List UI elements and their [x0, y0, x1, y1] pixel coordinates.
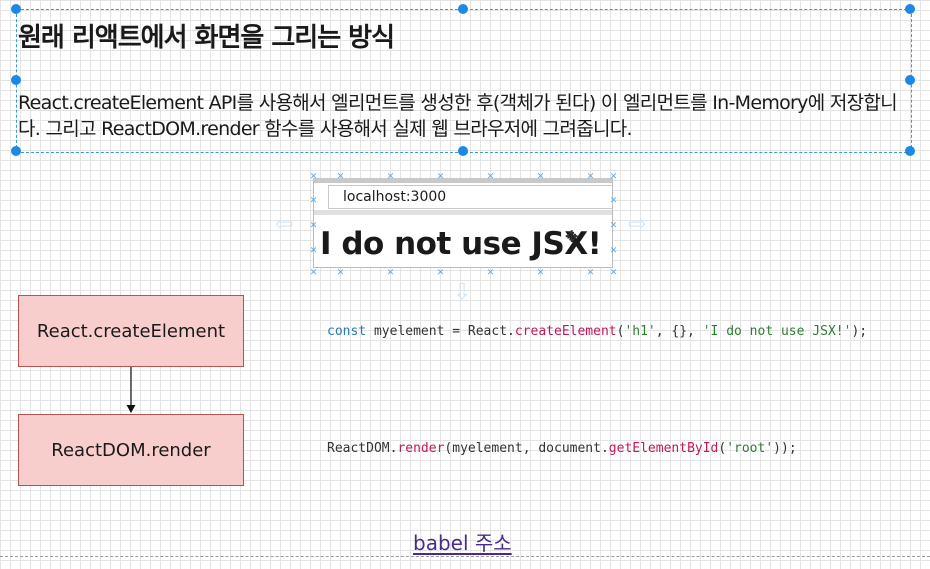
code-string: 'root'	[726, 441, 774, 456]
resize-handle-top-left[interactable]	[11, 4, 21, 14]
image-handle-icon: ✕	[309, 221, 318, 231]
code-line-render[interactable]: ReactDOM.render(myelement, document.getE…	[327, 441, 797, 456]
code-function: createElement	[514, 324, 617, 339]
image-handle-icon: ✕	[386, 172, 395, 182]
flow-arrow	[126, 367, 136, 413]
image-handle-icon: ✕	[436, 172, 445, 182]
code-function: getElementById	[608, 441, 719, 456]
image-handle-icon: ✕	[309, 268, 318, 278]
resize-handle-middle-left[interactable]	[11, 75, 21, 85]
image-handle-icon: ✕	[309, 196, 318, 206]
code-text: ReactDOM.	[327, 441, 398, 456]
code-text: );	[851, 324, 868, 339]
code-text: , {},	[655, 324, 703, 339]
react-dom-render-box[interactable]: ReactDOM.render	[18, 414, 244, 486]
image-handle-icon: ✕	[586, 172, 595, 182]
move-arrow-left-icon: ⇦	[275, 212, 294, 237]
browser-toolbar-divider	[314, 210, 612, 215]
description-text[interactable]: React.createElement API를 사용해서 엘리먼트를 생성한 …	[18, 90, 908, 142]
image-handle-icon: ✕	[309, 172, 318, 182]
babel-link[interactable]: babel 주소	[413, 527, 512, 556]
image-handle-icon: ✕	[609, 268, 618, 278]
image-handle-icon: ✕	[309, 246, 318, 256]
resize-handle-bottom-center[interactable]	[458, 146, 468, 156]
image-handle-icon: ✕	[609, 246, 618, 256]
code-string: 'h1'	[624, 324, 656, 339]
browser-screenshot[interactable]: localhost:3000 I do not use JSX!	[313, 178, 613, 268]
move-cursor-icon: ✥	[565, 227, 579, 246]
create-element-box[interactable]: React.createElement	[18, 295, 244, 367]
code-keyword: const	[327, 324, 367, 339]
image-handle-icon: ✕	[486, 172, 495, 182]
resize-handle-middle-right[interactable]	[905, 75, 915, 85]
canvas-bottom-border	[0, 556, 930, 557]
image-handle-icon: ✕	[336, 172, 345, 182]
address-bar: localhost:3000	[328, 185, 612, 209]
rendered-h1: I do not use JSX!	[320, 226, 602, 262]
image-handle-icon: ✕	[536, 172, 545, 182]
code-line-create-element[interactable]: const myelement = React.createElement('h…	[327, 324, 867, 339]
code-string: 'I do not use JSX!'	[702, 324, 852, 339]
image-handle-icon: ✕	[486, 268, 495, 278]
code-function: render	[397, 441, 445, 456]
slide-heading[interactable]: 원래 리액트에서 화면을 그리는 방식	[18, 17, 395, 54]
move-arrow-right-icon: ⇨	[628, 212, 647, 237]
image-handle-icon: ✕	[436, 268, 445, 278]
code-text: ));	[773, 441, 797, 456]
image-handle-icon: ✕	[336, 268, 345, 278]
resize-handle-top-right[interactable]	[905, 4, 915, 14]
image-handle-icon: ✕	[536, 268, 545, 278]
code-text: (myelement, document.	[444, 441, 609, 456]
image-handle-icon: ✕	[609, 221, 618, 231]
resize-handle-bottom-left[interactable]	[11, 146, 21, 156]
image-handle-icon: ✕	[609, 172, 618, 182]
image-handle-icon: ✕	[586, 268, 595, 278]
resize-handle-top-center[interactable]	[458, 4, 468, 14]
image-handle-icon: ✕	[386, 268, 395, 278]
code-text: myelement = React.	[366, 324, 515, 339]
move-arrow-down-icon: ⇩	[453, 280, 472, 305]
image-handle-icon: ✕	[609, 196, 618, 206]
resize-handle-bottom-right[interactable]	[905, 146, 915, 156]
